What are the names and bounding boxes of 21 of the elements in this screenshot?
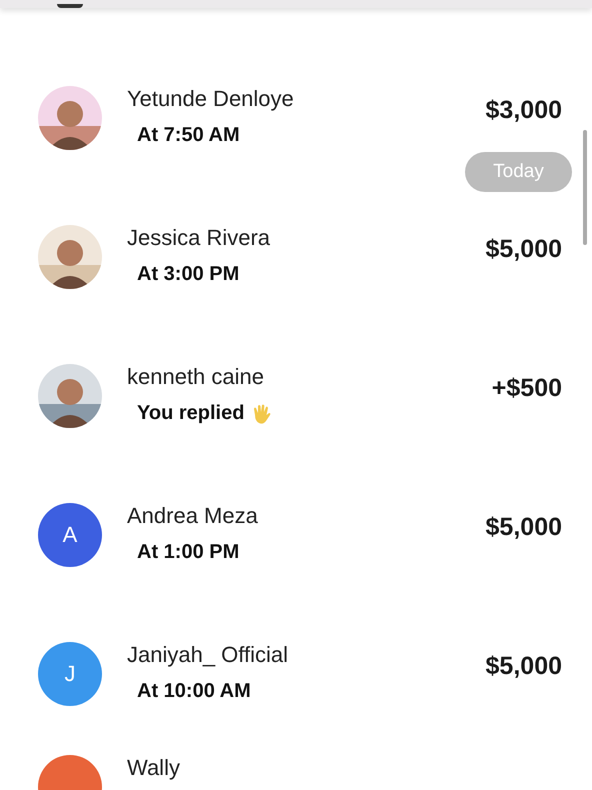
- payment-amount: $3,000: [486, 96, 562, 125]
- payment-amount: $5,000: [486, 235, 562, 264]
- date-badge: Today: [465, 152, 572, 192]
- avatar-letter: J: [64, 660, 76, 686]
- activity-time: At 3:00 PM: [137, 263, 240, 286]
- contact-name: Jessica Rivera: [127, 225, 272, 251]
- payment-amount: $5,000: [486, 513, 562, 542]
- activity-time: At 10:00 AM: [137, 680, 251, 703]
- avatar-letter: A: [62, 522, 78, 548]
- contact-name: kenneth caine: [127, 364, 265, 390]
- activity-time: At 1:00 PM: [137, 541, 240, 564]
- activity-time: You replied: [137, 402, 244, 425]
- contact-name: Wally: [127, 755, 181, 781]
- avatar: [57, 4, 83, 8]
- contact-name: Andrea Meza: [127, 503, 259, 529]
- payment-amount: $5,000: [486, 652, 562, 681]
- contact-name: Yetunde Denloye: [127, 86, 295, 112]
- contact-name: Janiyah_ Official: [127, 642, 290, 668]
- payment-amount: +$500: [492, 374, 562, 403]
- scrollbar[interactable]: [583, 130, 587, 245]
- activity-time: At 7:50 AM: [137, 124, 240, 147]
